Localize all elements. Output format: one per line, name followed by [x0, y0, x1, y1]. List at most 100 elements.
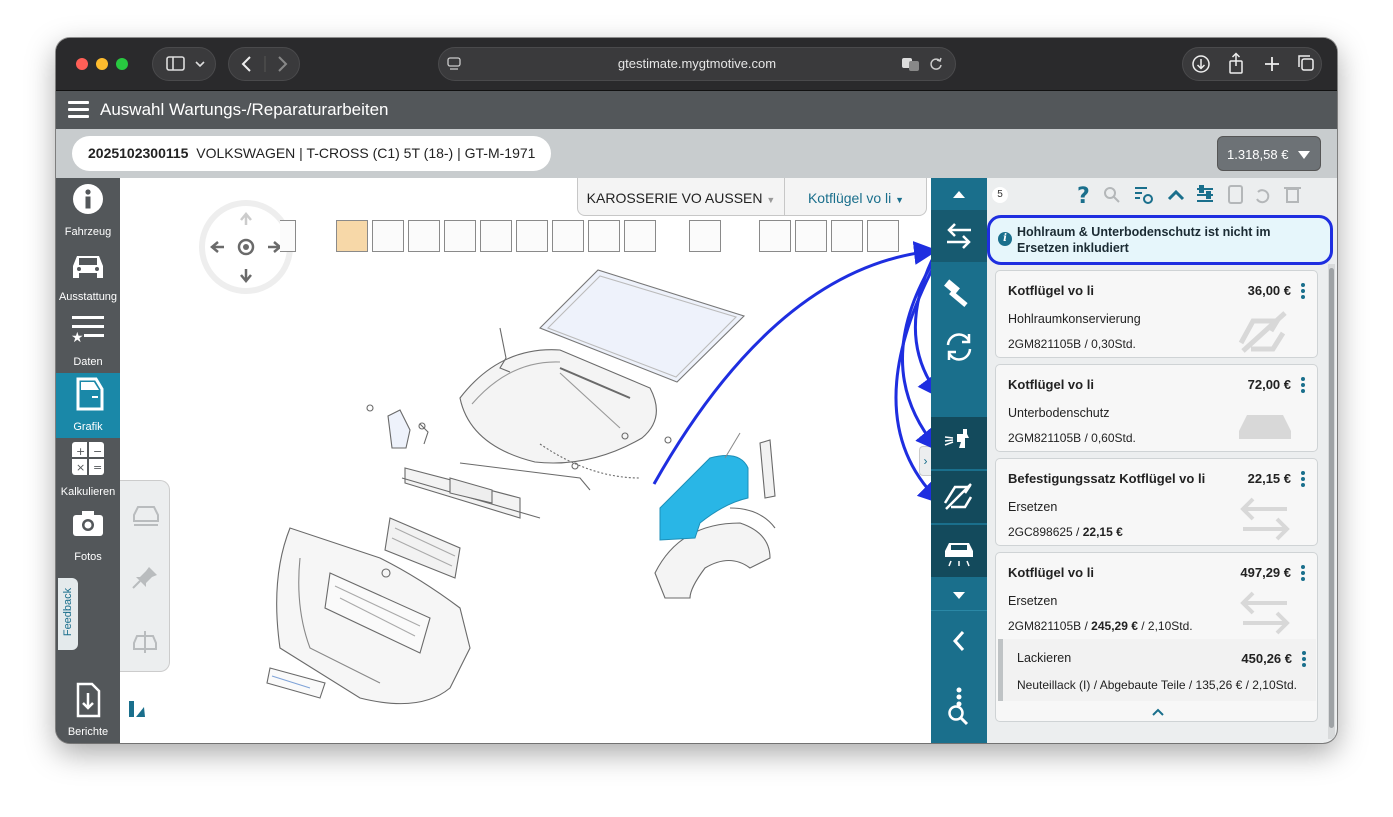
car-layers-icon[interactable]	[120, 481, 170, 673]
sidebar-toggle-button[interactable]	[152, 47, 216, 81]
new-tab-icon[interactable]	[1265, 57, 1279, 71]
operation-code: 2GM821105B / 0,60Std.	[1008, 431, 1136, 445]
nav-item-daten[interactable]: ★ Daten	[56, 308, 120, 373]
page-settings-icon[interactable]	[447, 57, 461, 71]
scroll-down-button[interactable]	[931, 579, 987, 611]
sliders-icon[interactable]	[1197, 185, 1213, 202]
more-vertical-icon[interactable]	[1301, 283, 1305, 300]
underbody-car-icon	[1239, 415, 1291, 439]
graphic-canvas[interactable]: KAROSSERIE VO AUSSEN ▼ Kotflügel vo li ▼	[120, 178, 971, 743]
replace-action-button[interactable]	[931, 210, 987, 262]
close-window-button[interactable]	[76, 58, 88, 70]
forward-icon[interactable]	[278, 56, 288, 72]
operation-price: 72,00 €	[1247, 377, 1291, 392]
calculator-icon: + −× =	[72, 442, 104, 475]
info-notice: i Hohlraum & Unterbodenschutz ist nicht …	[987, 215, 1333, 265]
car-icon	[73, 256, 103, 278]
swap-arrows-icon	[1240, 497, 1290, 541]
list-star-icon: ★	[71, 316, 104, 346]
address-bar[interactable]: gtestimate.mygtmotive.com	[438, 47, 956, 81]
nav-label: Berichte	[67, 726, 109, 738]
remove-install-button[interactable]	[931, 321, 987, 373]
sub-operation-title: Lackieren	[1017, 651, 1072, 665]
car-swap-icon[interactable]	[133, 631, 157, 653]
operations-panel: 5 ? i Hohlraum & Unterbodenschutz ist ni…	[987, 178, 1337, 743]
info-icon	[73, 184, 103, 214]
back-icon[interactable]	[241, 56, 251, 72]
svg-text:+: +	[76, 445, 85, 458]
search-button[interactable]	[931, 691, 987, 743]
panel-scrollbar[interactable]	[1328, 264, 1335, 739]
minimize-window-button[interactable]	[96, 58, 108, 70]
tab-overview-icon[interactable]	[1298, 55, 1314, 71]
help-icon[interactable]: ?	[1077, 184, 1090, 209]
more-vertical-icon[interactable]	[1302, 651, 1306, 668]
translate-icon[interactable]	[901, 56, 921, 72]
zoom-window-button[interactable]	[116, 58, 128, 70]
vehicle-chip[interactable]: 2025102300115 VOLKSWAGEN | T-CROSS (C1) …	[72, 136, 552, 171]
more-vertical-icon[interactable]	[1301, 377, 1305, 394]
operation-title: Kotflügel vo li	[1008, 565, 1094, 580]
operation-card[interactable]: Kotflügel vo li 72,00 € Unterbodenschutz…	[995, 364, 1318, 452]
stamp-icon[interactable]	[1228, 185, 1243, 204]
underbody-protection-button[interactable]	[931, 525, 987, 577]
svg-text:★: ★	[71, 330, 84, 346]
trash-icon[interactable]	[1284, 187, 1301, 203]
code-price: 245,29 €	[1091, 619, 1138, 633]
operation-title: Kotflügel vo li	[1008, 377, 1094, 392]
pin-icon[interactable]	[132, 567, 157, 589]
more-vertical-icon[interactable]	[1301, 565, 1305, 582]
total-price: 1.318,58 €	[1227, 147, 1289, 162]
scroll-up-button[interactable]	[931, 178, 987, 210]
more-vertical-icon[interactable]	[1301, 471, 1305, 488]
menu-icon[interactable]	[68, 101, 89, 118]
repair-action-button[interactable]	[931, 269, 987, 321]
paint-slash-icon	[943, 483, 973, 510]
exploded-parts-diagram[interactable]	[120, 178, 931, 743]
page-title: Auswahl Wartungs-/Reparaturarbeiten	[100, 100, 389, 119]
operation-price: 497,29 €	[1240, 565, 1291, 580]
total-price-dropdown[interactable]: 1.318,58 €	[1217, 136, 1321, 171]
chevron-up-icon[interactable]	[1167, 189, 1185, 201]
downloads-icon[interactable]	[1192, 55, 1210, 73]
chevron-up-icon[interactable]	[1148, 705, 1168, 719]
paint-action-button[interactable]	[931, 417, 987, 469]
cavity-protection-button[interactable]	[931, 471, 987, 523]
vehicle-id: 2025102300115	[88, 145, 189, 161]
operation-card[interactable]: Kotflügel vo li 36,00 € Hohlraumkonservi…	[995, 270, 1318, 358]
nav-item-berichte[interactable]: Berichte	[56, 678, 120, 743]
operation-card[interactable]: Kotflügel vo li 497,29 € Ersetzen 2GM821…	[995, 552, 1318, 722]
nav-item-fotos[interactable]: Fotos	[56, 503, 120, 568]
sub-operation-detail: Neuteillack (I) / Abgebaute Teile / 135,…	[1017, 678, 1297, 692]
operation-price: 36,00 €	[1247, 283, 1291, 298]
reload-icon[interactable]	[929, 57, 943, 71]
search-settings-icon[interactable]	[1104, 187, 1120, 203]
paint-slash-icon	[1238, 311, 1287, 353]
nav-item-fahrzeug[interactable]: Fahrzeug	[56, 178, 120, 243]
undo-icon[interactable]	[1256, 189, 1270, 204]
sub-operation[interactable]: Lackieren 450,26 € Neuteillack (I) / Abg…	[998, 639, 1316, 701]
nav-item-grafik[interactable]: Grafik	[56, 373, 120, 438]
feedback-tab[interactable]: Feedback	[58, 578, 78, 650]
nav-label: Fahrzeug	[64, 226, 112, 238]
vehicle-bar: 2025102300115 VOLKSWAGEN | T-CROSS (C1) …	[56, 129, 1337, 178]
nav-label: Daten	[73, 356, 103, 368]
operation-card[interactable]: Befestigungssatz Kotflügel vo li 22,15 €…	[995, 458, 1318, 546]
nav-item-kalkulieren[interactable]: + − × = Kalkulieren	[56, 438, 120, 503]
operation-type: Ersetzen	[1008, 594, 1058, 608]
caret-down-icon	[1298, 151, 1310, 159]
share-icon[interactable]	[1229, 52, 1243, 74]
app-header: Auswahl Wartungs-/Reparaturarbeiten	[56, 91, 1337, 129]
swap-arrows-icon	[1240, 591, 1290, 635]
info-icon: i	[998, 232, 1012, 246]
door-icon	[76, 377, 104, 411]
operation-type: Unterbodenschutz	[1008, 406, 1110, 420]
main-nav: Fahrzeug Ausstattung ★ Daten Grafik + − × =…	[56, 178, 120, 743]
filter-search-icon[interactable]	[1135, 187, 1153, 204]
nav-item-ausstattung[interactable]: Ausstattung	[56, 243, 120, 308]
vehicle-description: VOLKSWAGEN | T-CROSS (C1) 5T (18-) | GT-…	[196, 145, 536, 161]
svg-text:×: ×	[76, 461, 85, 474]
expand-panel-handle[interactable]: ›	[919, 446, 931, 476]
operation-title: Befestigungssatz Kotflügel vo li	[1008, 471, 1206, 486]
collapse-panel-button[interactable]	[931, 615, 987, 667]
